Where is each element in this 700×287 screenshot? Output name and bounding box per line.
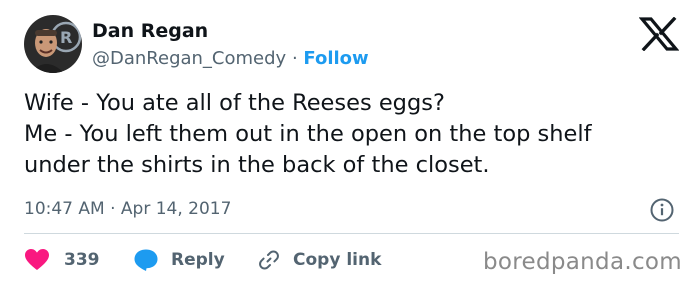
timestamp[interactable]: 10:47 AM · Apr 14, 2017 [24, 199, 231, 219]
author-name[interactable]: Dan Regan [92, 20, 208, 42]
avatar[interactable]: R [24, 15, 82, 73]
profile-photo-icon: R [24, 15, 82, 73]
tweet-line: under the shirts in the back of the clos… [24, 152, 490, 178]
copy-link-button[interactable]: Copy link [257, 248, 381, 272]
reply-button[interactable]: Reply [133, 248, 225, 272]
x-logo-icon[interactable] [639, 17, 679, 51]
tweet-time: 10:47 AM [24, 199, 105, 219]
separator: · [291, 48, 298, 69]
heart-icon [25, 249, 49, 270]
reply-label: Reply [171, 250, 225, 270]
svg-text:R: R [60, 28, 72, 47]
tweet-line: Me - You left them out in the open on th… [24, 121, 592, 147]
reply-bubble-icon [134, 249, 158, 271]
follow-button[interactable]: Follow [303, 48, 368, 69]
tweet-line: Wife - You ate all of the Reeses eggs? [24, 90, 445, 116]
info-icon[interactable] [649, 197, 675, 223]
copy-link-label: Copy link [293, 250, 382, 270]
divider [24, 233, 679, 234]
like-count: 339 [64, 250, 100, 270]
watermark: boredpanda.com [483, 249, 682, 275]
like-button[interactable]: 339 [24, 248, 100, 272]
author-handle[interactable]: @DanRegan_Comedy [92, 48, 286, 69]
tweet-text: Wife - You ate all of the Reeses eggs? M… [24, 88, 684, 181]
separator: · [110, 199, 116, 219]
author-handle-row: @DanRegan_Comedy · Follow [92, 48, 369, 69]
tweet-date: Apr 14, 2017 [120, 199, 232, 219]
link-icon [259, 250, 279, 270]
